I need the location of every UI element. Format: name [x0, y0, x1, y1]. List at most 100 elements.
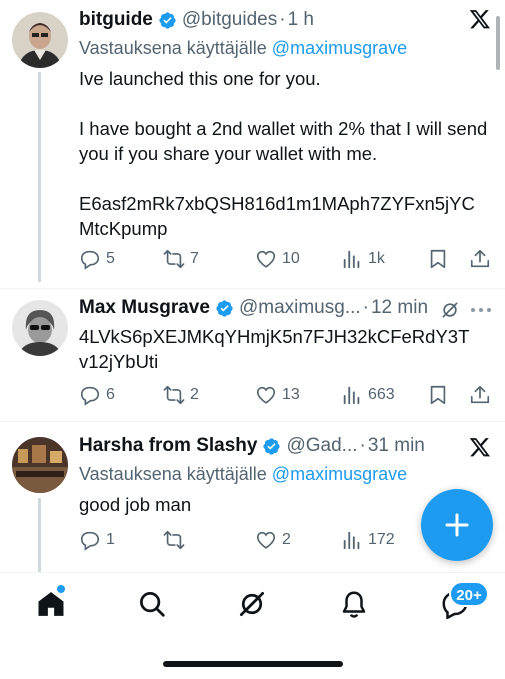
- author-name[interactable]: Harsha from Slashy: [79, 435, 257, 457]
- retweet-button[interactable]: [163, 529, 190, 551]
- author-handle[interactable]: @Gad...: [286, 435, 357, 457]
- reply-button[interactable]: 6: [79, 384, 115, 406]
- like-count: 13: [282, 386, 300, 403]
- tweet-3[interactable]: Harsha from Slashy @Gad... · 31 min Vast…: [0, 422, 505, 572]
- x-logo-icon[interactable]: [469, 436, 491, 458]
- like-count: 10: [282, 250, 300, 267]
- reply-button[interactable]: 1: [79, 529, 115, 551]
- grok-icon: [240, 592, 264, 616]
- reply-count: 1: [106, 531, 115, 548]
- verified-badge-icon: [159, 11, 176, 29]
- author-handle[interactable]: @maximusg...: [239, 297, 361, 319]
- retweet-button[interactable]: 2: [163, 384, 199, 406]
- reply-count: 6: [106, 386, 115, 403]
- tweet-header: bitguide @bitguides · 1 h: [79, 8, 493, 32]
- tweet-text-line: 4LVkS6pXEJMKqYHmjK5n7FJH32kCFeRdY3T v12j…: [79, 326, 470, 372]
- views-count: 1k: [368, 250, 385, 267]
- nav-home[interactable]: [36, 589, 66, 619]
- retweet-count: 7: [190, 250, 199, 267]
- thread-line: [38, 498, 41, 572]
- mention-link[interactable]: @maximusgrave: [272, 464, 407, 484]
- tweet-actions: 5 7 10 1k: [79, 245, 495, 273]
- bookmark-icon: [430, 385, 446, 405]
- views-count: 172: [368, 531, 395, 548]
- home-indicator[interactable]: [163, 661, 343, 667]
- avatar[interactable]: [12, 300, 68, 356]
- reply-icon: [80, 386, 100, 406]
- replying-prefix: Vastauksena käyttäjälle: [79, 464, 267, 484]
- retweet-button[interactable]: 7: [163, 248, 199, 270]
- reply-button[interactable]: 5: [79, 248, 115, 270]
- thread-line: [38, 72, 41, 282]
- tweet-text-line: Ive launched this one for you.: [79, 68, 321, 89]
- views-chart-icon: [343, 250, 360, 269]
- bottom-nav: [0, 572, 505, 642]
- like-button[interactable]: 13: [255, 384, 300, 406]
- nav-grok[interactable]: [237, 589, 267, 619]
- tweet-2[interactable]: Max Musgrave @maximusg... · 12 min 4LVkS…: [0, 289, 505, 421]
- new-posts-dot: [57, 585, 65, 593]
- avatar[interactable]: [12, 12, 68, 68]
- grok-icon[interactable]: [440, 300, 460, 320]
- share-icon: [470, 385, 490, 404]
- views-button[interactable]: 663: [341, 384, 395, 406]
- like-count: 2: [282, 531, 291, 548]
- views-chart-icon: [343, 531, 360, 550]
- retweet-icon: [163, 385, 185, 405]
- compose-button[interactable]: [421, 489, 493, 561]
- reply-icon: [80, 250, 100, 270]
- heart-icon: [256, 250, 276, 268]
- tweet-text-line: I have bought a 2nd wallet with 2% that …: [79, 118, 488, 164]
- verified-badge-icon: [263, 437, 281, 455]
- share-button[interactable]: [469, 248, 491, 270]
- bell-icon: [342, 591, 366, 618]
- reply-count: 5: [106, 250, 115, 267]
- bookmark-button[interactable]: [427, 384, 449, 406]
- nav-search[interactable]: [137, 589, 167, 619]
- tweet-text: 4LVkS6pXEJMKqYHmjK5n7FJH32kCFeRdY3T v12j…: [79, 324, 493, 374]
- heart-icon: [256, 531, 276, 549]
- views-button[interactable]: 172: [341, 529, 395, 551]
- plus-icon: [445, 513, 469, 537]
- timestamp[interactable]: 12 min: [371, 297, 428, 319]
- share-button[interactable]: [469, 384, 491, 406]
- views-chart-icon: [343, 386, 360, 405]
- separator-dot: ·: [279, 9, 286, 30]
- separator-dot: ·: [362, 297, 369, 318]
- bookmark-button[interactable]: [427, 248, 449, 270]
- heart-icon: [256, 386, 276, 404]
- more-options-icon[interactable]: [470, 305, 492, 315]
- replying-prefix: Vastauksena käyttäjälle: [79, 38, 267, 58]
- views-button[interactable]: 1k: [341, 248, 385, 270]
- tweet-text-line: E6asf2mRk7xbQSH816d1m1MAph7ZYFxn5jYC Mtc…: [79, 193, 475, 239]
- share-icon: [470, 249, 490, 268]
- nav-notifications[interactable]: [339, 589, 369, 619]
- home-icon: [38, 592, 64, 616]
- author-name[interactable]: bitguide: [79, 9, 153, 31]
- tweet-actions: 6 2 13 663: [79, 381, 495, 409]
- avatar[interactable]: [12, 437, 68, 493]
- retweet-icon: [163, 249, 185, 269]
- author-handle[interactable]: @bitguides: [182, 9, 277, 31]
- timestamp[interactable]: 31 min: [368, 435, 425, 457]
- search-icon: [140, 592, 165, 617]
- tweet-header: Harsha from Slashy @Gad... · 31 min: [79, 434, 493, 458]
- replying-to: Vastauksena käyttäjälle @maximusgrave: [79, 462, 493, 486]
- tweet-text: Ive launched this one for you. I have bo…: [79, 66, 493, 241]
- timestamp[interactable]: 1 h: [288, 9, 314, 31]
- like-button[interactable]: 10: [255, 248, 300, 270]
- views-count: 663: [368, 386, 395, 403]
- tweet-1[interactable]: bitguide @bitguides · 1 h Vastauksena kä…: [0, 0, 505, 288]
- retweet-count: 2: [190, 386, 199, 403]
- separator-dot: ·: [359, 435, 366, 456]
- messages-badge: 20+: [449, 581, 489, 607]
- retweet-icon: [163, 530, 185, 550]
- replying-to: Vastauksena käyttäjälle @maximusgrave: [79, 36, 493, 60]
- x-logo-icon[interactable]: [469, 8, 491, 30]
- mention-link[interactable]: @maximusgrave: [272, 38, 407, 58]
- bookmark-icon: [430, 249, 446, 269]
- verified-badge-icon: [216, 299, 233, 317]
- author-name[interactable]: Max Musgrave: [79, 297, 210, 319]
- reply-icon: [80, 531, 100, 551]
- like-button[interactable]: 2: [255, 529, 291, 551]
